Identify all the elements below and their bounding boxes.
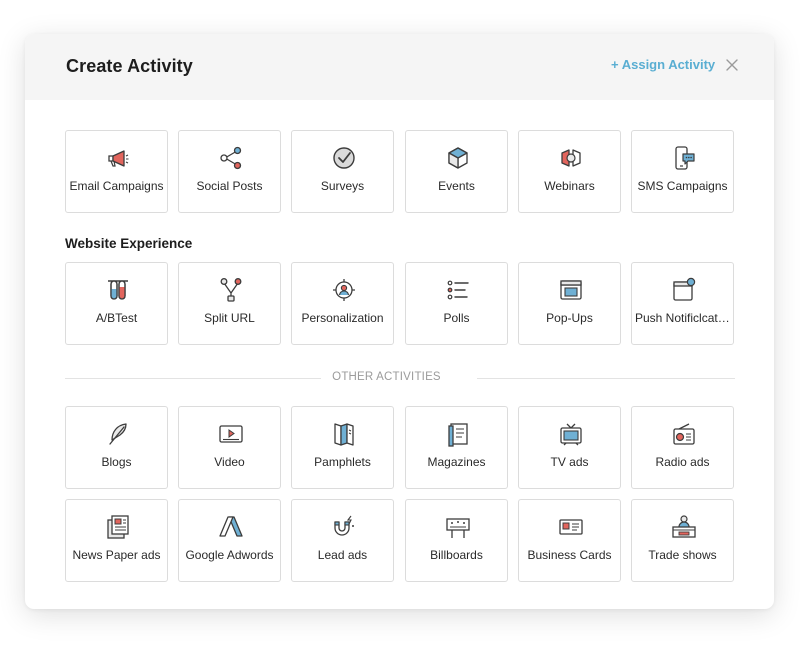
tile-label: Events [438, 179, 475, 193]
webinar-icon [558, 145, 584, 171]
google-adwords-icon [218, 514, 244, 540]
tile-sms-campaigns[interactable]: SMS Campaigns [631, 130, 734, 213]
share-icon [218, 145, 244, 171]
list-icon [445, 277, 471, 303]
split-icon [218, 277, 244, 303]
cube-icon [445, 145, 471, 171]
tile-label: Radio ads [655, 455, 710, 469]
push-notification-icon [671, 277, 697, 303]
tile-blogs[interactable]: Blogs [65, 406, 168, 489]
magazine-icon [445, 421, 471, 447]
tile-label: Webinars [544, 179, 595, 193]
modal-title: Create Activity [66, 56, 193, 76]
test-tubes-icon [105, 277, 131, 303]
tile-lead-ads[interactable]: Lead ads [291, 499, 394, 582]
mobile-chat-icon [671, 145, 697, 171]
assign-activity-link[interactable]: + Assign Activity [611, 57, 715, 72]
tile-label: Video [214, 455, 245, 469]
checkmark-circle-icon [331, 145, 357, 171]
tile-pop-ups[interactable]: Pop-Ups [518, 262, 621, 345]
tile-social-posts[interactable]: Social Posts [178, 130, 281, 213]
tile-label: Pop-Ups [546, 311, 593, 325]
video-player-icon [218, 421, 244, 447]
tile-billboards[interactable]: Billboards [405, 499, 508, 582]
tile-label: A/BTest [95, 311, 138, 325]
tile-push-notifications[interactable]: Push Notificlcations [631, 262, 734, 345]
tile-label: Surveys [320, 179, 365, 193]
target-user-icon [331, 277, 357, 303]
megaphone-icon [105, 145, 131, 171]
pamphlet-icon [331, 421, 357, 447]
tile-business-cards[interactable]: Business Cards [518, 499, 621, 582]
tile-label: Personalization [301, 311, 384, 325]
create-activity-modal: Create Activity + Assign Activity Email … [25, 34, 774, 609]
tile-radio-ads[interactable]: Radio ads [631, 406, 734, 489]
tile-label: Split URL [204, 311, 255, 325]
tile-personalization[interactable]: Personalization [291, 262, 394, 345]
tile-label: Push Notificlcations [635, 311, 730, 325]
tile-label: TV ads [550, 455, 589, 469]
tile-magazines[interactable]: Magazines [405, 406, 508, 489]
tile-webinars[interactable]: Webinars [518, 130, 621, 213]
section-title-website-experience: Website Experience [65, 236, 193, 251]
tile-ab-test[interactable]: A/BTest [65, 262, 168, 345]
tile-label: Email Campaigns [69, 179, 164, 193]
tile-email-campaigns[interactable]: Email Campaigns [65, 130, 168, 213]
modal-header: Create Activity + Assign Activity [25, 34, 774, 100]
tile-label: Polls [443, 311, 470, 325]
trade-show-icon [671, 514, 697, 540]
tile-label: Billboards [430, 548, 483, 562]
divider-line-left [65, 378, 321, 379]
feather-icon [105, 421, 131, 447]
tile-trade-shows[interactable]: Trade shows [631, 499, 734, 582]
newspaper-icon [105, 514, 131, 540]
tv-icon [558, 421, 584, 447]
popup-window-icon [558, 277, 584, 303]
tile-label: News Paper ads [72, 548, 161, 562]
tile-label: Pamphlets [314, 455, 371, 469]
tile-label: Google Adwords [185, 548, 274, 562]
tile-events[interactable]: Events [405, 130, 508, 213]
radio-icon [671, 421, 697, 447]
tile-label: Social Posts [196, 179, 263, 193]
tile-label: SMS Campaigns [637, 179, 728, 193]
tile-tv-ads[interactable]: TV ads [518, 406, 621, 489]
divider-line-right [477, 378, 735, 379]
tile-surveys[interactable]: Surveys [291, 130, 394, 213]
section-title-other-activities: OTHER ACTIVITIES [332, 371, 441, 383]
tile-pamphlets[interactable]: Pamphlets [291, 406, 394, 489]
tile-label: Magazines [427, 455, 486, 469]
tile-polls[interactable]: Polls [405, 262, 508, 345]
tile-label: Business Cards [527, 548, 612, 562]
magnet-icon [331, 514, 357, 540]
business-card-icon [558, 514, 584, 540]
tile-split-url[interactable]: Split URL [178, 262, 281, 345]
close-icon[interactable] [725, 57, 739, 73]
billboard-icon [445, 514, 471, 540]
tile-video[interactable]: Video [178, 406, 281, 489]
tile-label: Blogs [101, 455, 132, 469]
tile-news-paper-ads[interactable]: News Paper ads [65, 499, 168, 582]
tile-google-adwords[interactable]: Google Adwords [178, 499, 281, 582]
tile-label: Lead ads [317, 548, 368, 562]
tile-label: Trade shows [648, 548, 717, 562]
